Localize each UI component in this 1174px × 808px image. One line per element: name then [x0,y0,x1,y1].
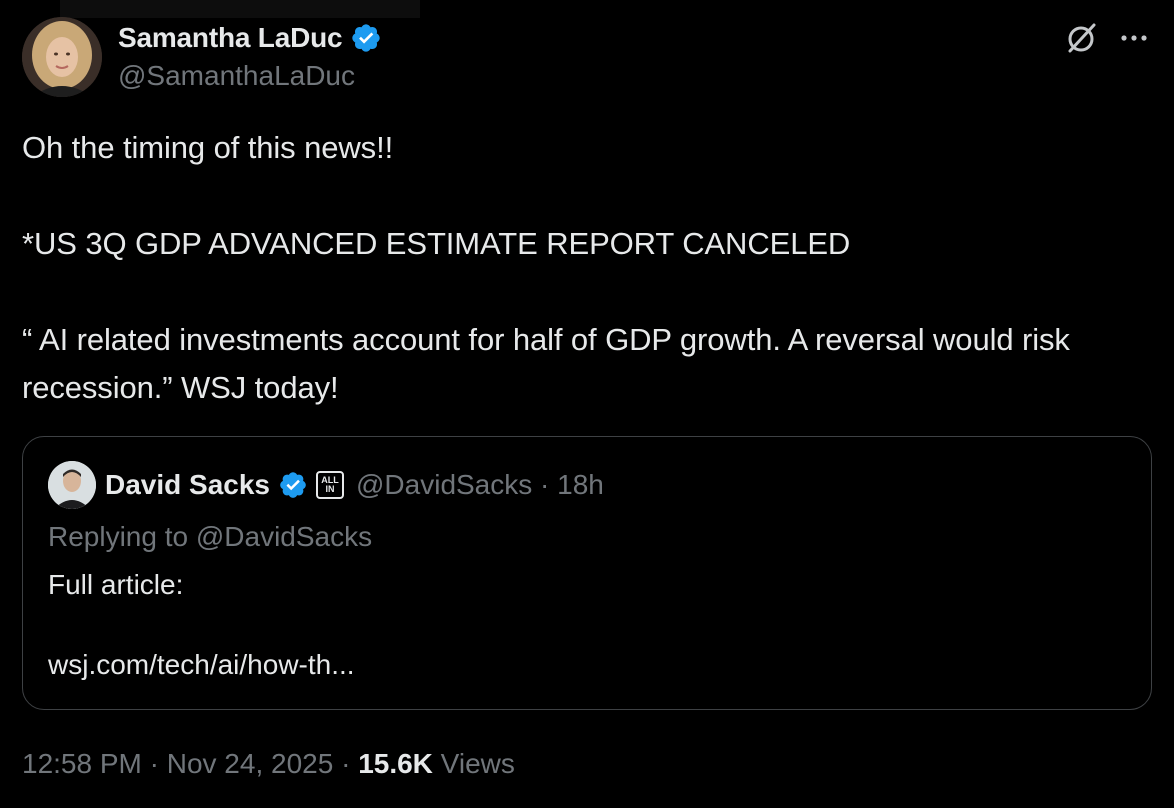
timestamp[interactable]: 12:58 PM · Nov 24, 2025 · [22,748,358,779]
grok-icon[interactable] [1064,20,1100,56]
quoted-author-avatar[interactable] [48,461,96,509]
quoted-handle-time[interactable]: @DavidSacks · 18h [356,469,604,501]
quoted-author-name[interactable]: David Sacks [105,469,270,501]
affiliate-badge-line2: IN [325,484,335,494]
verified-badge-icon [350,22,382,54]
tweet-line: “ AI related investments account for hal… [22,322,1070,405]
top-edge-shadow [60,0,420,18]
verified-badge-icon [278,470,308,500]
tweet-text: Oh the timing of this news!! *US 3Q GDP … [22,124,1142,412]
affiliate-badge-icon[interactable]: ALL IN [316,471,344,499]
author-name[interactable]: Samantha LaDuc [118,22,343,54]
author-handle[interactable]: @SamanthaLaDuc [118,60,355,92]
quoted-tweet-body: Full article: wsj.com/tech/ai/how-th... [48,565,355,685]
quoted-body-line: Full article: [48,569,184,600]
quoted-article-link[interactable]: wsj.com/tech/ai/how-th... [48,645,355,685]
replying-to-label: Replying to @DavidSacks [48,521,373,552]
author-avatar[interactable] [22,17,102,97]
views-label: Views [432,748,515,779]
quoted-tweet-header: David Sacks ALL IN @DavidSacks · 18h [105,465,604,505]
tweet-line: Oh the timing of this news!! [22,130,394,165]
views-count: 15.6K [358,748,433,779]
tweet-line: *US 3Q GDP ADVANCED ESTIMATE REPORT CANC… [22,226,851,261]
quoted-tweet-card[interactable]: David Sacks ALL IN @DavidSacks · 18h Rep… [22,436,1152,710]
more-icon[interactable] [1116,20,1152,56]
author-name-row: Samantha LaDuc [118,20,382,56]
tweet-footer: 12:58 PM · Nov 24, 2025 · 15.6K Views [22,748,515,780]
tweet-container: Samantha LaDuc @SamanthaLaDuc Oh the tim… [0,0,1174,808]
